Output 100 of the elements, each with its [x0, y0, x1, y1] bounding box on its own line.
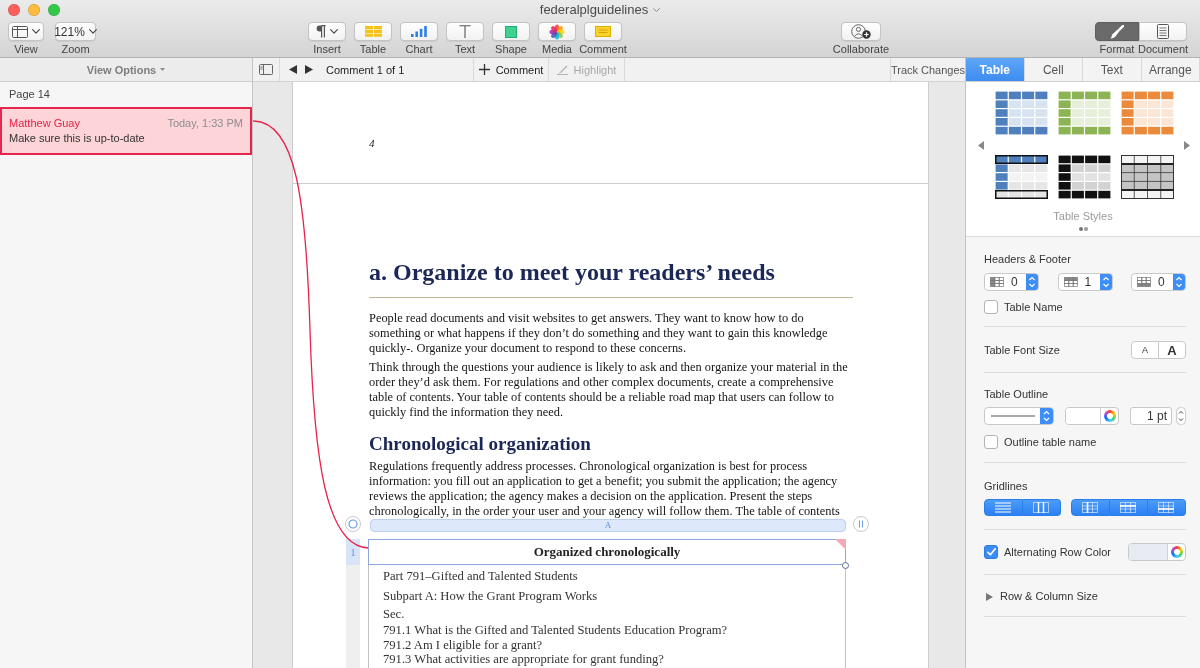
checkbox[interactable] — [984, 545, 998, 559]
bar-chart-icon — [411, 26, 427, 37]
color-well[interactable] — [1128, 543, 1186, 561]
larger-font-button[interactable]: A — [1158, 341, 1186, 359]
document-icon — [1157, 24, 1169, 39]
resize-handle-icon[interactable] — [842, 562, 849, 569]
comment-counter: Comment 1 of 1 — [326, 63, 405, 76]
number-stepper[interactable]: 0 — [984, 273, 1039, 291]
number-stepper[interactable]: 1 — [1057, 273, 1113, 291]
color-wheel-icon[interactable] — [1103, 410, 1116, 422]
view-options-menu[interactable]: View Options — [86, 63, 157, 76]
paintbrush-icon — [1110, 24, 1124, 39]
disclosure-label[interactable]: Row & Column Size — [1000, 590, 1098, 603]
section-title: Table Outline — [984, 388, 1050, 401]
disclosure-triangle-icon[interactable] — [986, 592, 993, 601]
checkbox-label: Table Name — [1004, 300, 1063, 314]
table-style-icon[interactable] — [1058, 155, 1112, 199]
comment-card[interactable]: Matthew Guay Today, 1:33 PM Make sure this is up-to-date — [0, 107, 252, 155]
highlighter-icon — [556, 64, 568, 75]
collaborate-button[interactable] — [841, 22, 881, 41]
previous-arrow-icon[interactable] — [289, 65, 297, 74]
add-comment-button[interactable]: Comment — [478, 61, 544, 78]
table-style-icon[interactable] — [1121, 155, 1175, 199]
table-cell-text: Part 791–Gifted and Talented Students — [382, 568, 579, 585]
table-cell-text: Subpart A: How the Grant Program Works — [382, 588, 599, 605]
toolbar-label: Chart — [405, 43, 433, 56]
vertical-lines-icon — [1033, 502, 1050, 513]
table-cell-text: Sec. 791.1 What is the Gifted and Talented Students Education Program? 791.2 Am I eligible for a grant? 791.3 What activities are appropriate for grant funding? — [382, 606, 729, 667]
footer-grid-icon — [1158, 502, 1175, 513]
insert-button[interactable] — [308, 22, 346, 41]
stepper-arrows-icon[interactable] — [1099, 274, 1112, 290]
view-button[interactable] — [8, 22, 44, 41]
heading: a. Organize to meet your readers’ needs — [369, 258, 776, 286]
number-stepper[interactable]: 0 — [1131, 273, 1186, 291]
toolbar-label: Media — [542, 43, 572, 56]
line-style-popup[interactable] — [984, 407, 1054, 425]
column-handle-icon[interactable] — [853, 516, 869, 532]
caret-icon — [160, 68, 166, 71]
toolbar-label: Zoom — [61, 43, 90, 56]
gridlines-button[interactable] — [1022, 499, 1061, 516]
flower-icon — [549, 23, 565, 40]
section-title: Table Font Size — [984, 343, 1060, 357]
pilcrow-icon — [316, 25, 326, 38]
inspector-tab[interactable]: Arrange — [1141, 58, 1200, 81]
table-style-icon[interactable] — [995, 155, 1049, 199]
text-icon — [459, 25, 471, 38]
checkbox[interactable] — [984, 435, 998, 449]
format-button[interactable] — [1095, 22, 1139, 41]
inspector-tab[interactable]: Text — [1083, 58, 1142, 81]
line-width-field[interactable]: 1 pt — [1130, 407, 1172, 425]
stepper-arrows-icon[interactable] — [1026, 274, 1038, 290]
checkmark-icon — [986, 548, 996, 556]
text-box-button[interactable] — [446, 22, 484, 41]
section-title: Headers & Footer — [984, 253, 1072, 266]
checkbox[interactable] — [984, 300, 998, 314]
paragraph: Regulations frequently address processes. Chronological organization is best for process information: you fill out an application to get a benefit; you submit the application; the agency reviews the application; the agency makes a decision on the application. Present the steps chronologically, in the order your user and your agency will follow them. The table of contents — [369, 459, 841, 519]
stepper-arrows-icon[interactable] — [1039, 408, 1053, 424]
inspector-tab[interactable]: Cell — [1024, 58, 1083, 81]
stepper-arrows-icon[interactable] — [1173, 274, 1185, 290]
gridlines-button[interactable] — [984, 499, 1023, 516]
toolbar-label: Collaborate — [832, 43, 890, 56]
document-button[interactable] — [1139, 22, 1187, 41]
subheading: Chronological organization — [369, 432, 592, 456]
chart-button[interactable] — [400, 22, 438, 41]
track-changes-button[interactable]: Track Changes — [890, 61, 966, 78]
comment-button[interactable] — [584, 22, 622, 41]
sidebar-icon[interactable] — [259, 64, 273, 75]
table-select-handle-icon[interactable] — [345, 516, 361, 532]
stepper-arrows-icon[interactable] — [1176, 407, 1186, 425]
gridlines-button[interactable] — [1147, 499, 1186, 516]
paragraph: Think through the questions your audience is likely to ask and then organize your material in the order they’d ask them. For regulations and other complex documents, create a comprehensive table of contents. Your table of contents should be a reliable road map that users can follow to quickly find the information they need. — [369, 360, 849, 420]
close-icon[interactable] — [8, 4, 20, 16]
color-well[interactable] — [1064, 407, 1120, 425]
section-title: Gridlines — [984, 480, 1029, 493]
zoom-button[interactable]: 121% — [55, 22, 96, 41]
table-header-cell: Organized chronologically — [368, 539, 846, 565]
fullscreen-icon[interactable] — [48, 4, 60, 16]
toolbar-label: Document — [1137, 43, 1189, 56]
note-icon — [595, 26, 611, 37]
toolbar-label: View — [14, 43, 38, 56]
comment-author: Matthew Guay — [9, 117, 80, 130]
chevron-down-icon — [653, 7, 661, 13]
toolbar-label: Comment — [579, 43, 627, 56]
smaller-font-button[interactable]: A — [1131, 341, 1159, 359]
toolbar-label: Shape — [495, 43, 527, 56]
chevron-down-icon — [32, 29, 40, 34]
table-styles-label: Table Styles — [1053, 210, 1113, 223]
line-sample-icon — [991, 415, 1035, 417]
shape-button[interactable] — [492, 22, 530, 41]
sidebar-layout-icon — [12, 25, 28, 38]
header-row-grid-icon — [1120, 502, 1137, 513]
checkbox-label: Alternating Row Color — [1004, 545, 1111, 559]
gridlines-button[interactable] — [1070, 499, 1110, 516]
chevron-down-icon — [88, 29, 97, 34]
square-icon — [505, 25, 517, 38]
gridlines-button[interactable] — [1109, 499, 1148, 516]
page-number: 4 — [369, 137, 375, 149]
media-button[interactable] — [538, 22, 576, 41]
next-arrow-icon[interactable] — [305, 65, 313, 74]
color-wheel-icon[interactable] — [1170, 546, 1183, 558]
